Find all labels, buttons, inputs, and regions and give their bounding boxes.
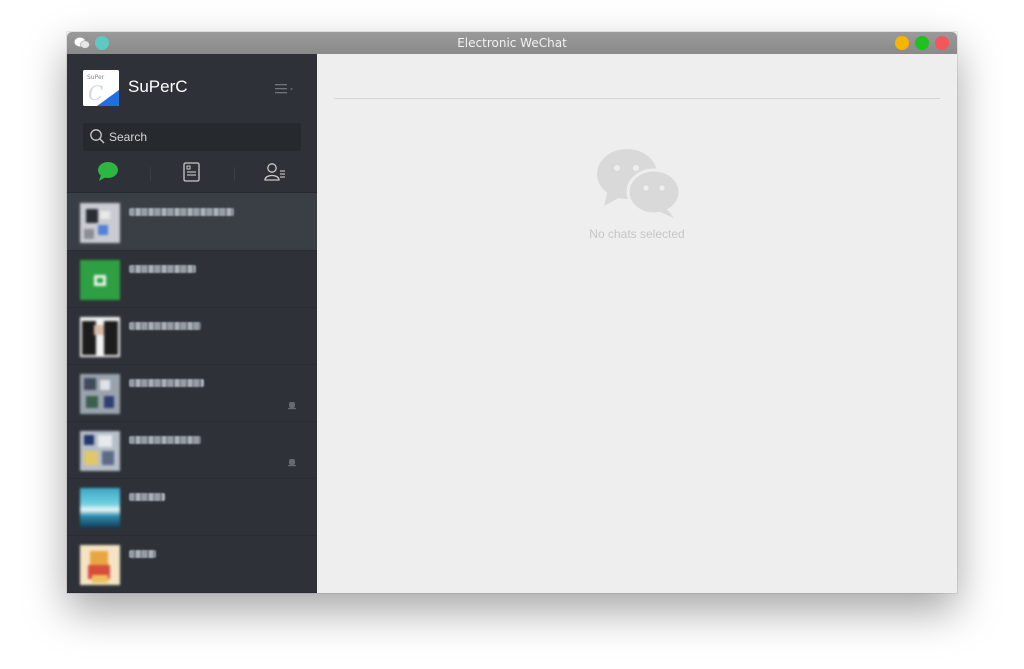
list-item[interactable] [67,364,317,422]
svg-text:SuPer: SuPer [87,74,105,81]
contacts-list-icon [183,162,200,182]
hamburger-menu-icon [275,84,293,94]
search-icon [90,129,105,144]
search-input[interactable] [109,123,295,151]
contact-name [129,322,201,330]
search-box [83,123,301,151]
list-item[interactable] [67,421,317,479]
contact-name [129,208,234,216]
contact-avatar [80,203,120,243]
maximize-button[interactable] [915,36,929,50]
chat-icon [98,162,118,181]
title-bar[interactable]: Electronic WeChat [67,32,957,54]
header-divider [334,98,940,99]
svg-text:C: C [88,81,103,105]
empty-state-text: No chats selected [589,227,685,241]
contact-name [129,265,196,273]
contact-avatar [80,260,120,300]
list-item[interactable] [67,193,317,251]
tab-chats[interactable] [96,161,120,183]
list-item[interactable] [67,478,317,536]
contact-name [129,436,201,444]
contact-avatar [80,431,120,471]
profile-name: SuPerC [128,77,188,96]
tab-divider [234,167,235,181]
mute-icon [288,459,296,467]
sidebar: SuPer C SuPerC [67,54,317,593]
menu-button[interactable] [272,80,298,96]
tab-contacts[interactable] [263,161,287,183]
contact-name [129,550,156,558]
tab-public-accounts[interactable] [180,161,204,183]
contact-name [129,379,204,387]
minimize-button[interactable] [895,36,909,50]
contact-avatar [80,488,120,528]
list-item[interactable] [67,250,317,308]
contact-avatar [80,545,120,585]
profile-icon [264,163,285,181]
avatar-image: SuPer C [83,70,119,106]
contact-name [129,493,165,501]
chat-list [67,193,317,593]
wechat-logo-icon [597,149,682,218]
tab-divider [150,167,151,181]
list-item[interactable] [67,307,317,365]
sidebar-tabs [67,154,317,193]
app-window: Electronic WeChat SuPer C SuPerC Search … [67,32,957,593]
contact-avatar [80,317,120,357]
profile-header: SuPer C SuPerC [67,54,317,120]
close-button[interactable] [935,36,949,50]
mute-icon [288,402,296,410]
list-item[interactable] [67,535,317,593]
chat-panel: No chats selected [317,54,957,593]
window-title: Electronic WeChat [457,36,567,50]
contact-avatar [80,374,120,414]
avatar[interactable]: SuPer C [83,70,119,106]
